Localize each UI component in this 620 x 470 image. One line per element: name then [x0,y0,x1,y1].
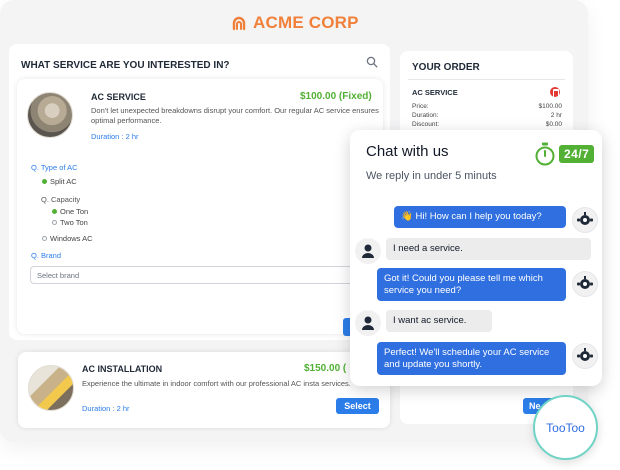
ac-service-image [27,92,73,138]
question-brand-label: Q. Brand [31,251,62,260]
brand-logo: ACME CORP [230,12,359,34]
ac-service-card[interactable]: AC SERVICE $100.00 (Fixed) Don't let une… [17,79,383,334]
order-row-value: 2 hr [550,112,562,119]
option-label: Split AC [50,177,77,186]
badge-label: 24/7 [559,145,595,163]
ac-service-duration: Duration : 2 hr [91,132,139,141]
option-one-ton[interactable]: One Ton [52,207,88,216]
brand-mark-icon [232,16,246,31]
services-heading: WHAT SERVICE ARE YOU INTERESTED IN? [21,60,230,71]
option-label: One Ton [60,207,89,216]
question-type-label: Q. Type of AC [31,163,78,172]
order-heading: YOUR ORDER [412,62,480,73]
order-row-price: Price: $100.00 [412,103,562,110]
ac-installation-duration: Duration : 2 hr [82,404,130,413]
radio-unselected-icon [52,220,57,225]
order-row-label: Discount: [412,121,440,128]
search-icon[interactable] [366,56,378,68]
radio-unselected-icon [42,236,47,241]
services-panel: WHAT SERVICE ARE YOU INTERESTED IN? AC S… [9,44,390,340]
question-capacity-label: Q. Capacity [41,195,81,204]
chat-title: Chat with us [366,143,449,160]
brand-name: ACME CORP [253,13,359,32]
ac-service-description: Don't let unexpected breakdowns disrupt … [91,106,379,125]
order-row-duration: Duration: 2 hr [412,112,562,119]
ac-service-price: $100.00 (Fixed) [300,91,372,102]
user-avatar-icon [355,310,381,336]
order-row-label: Duration: [412,112,439,119]
order-row-value: $0.00 [545,121,562,128]
option-label: Windows AC [50,234,93,243]
order-item-title: AC SERVICE [412,88,458,97]
divider [408,79,565,80]
chat-widget: Chat with us We reply in under 5 minuts … [350,130,602,386]
chat-message-bot: Perfect! We'll schedule your AC service … [377,342,566,375]
ac-installation-price: $150.00 ( [304,363,347,374]
option-label: Two Ton [60,218,88,227]
chat-message-user: I want ac service. [386,310,492,332]
chat-launcher-button[interactable]: TooToo [533,395,598,460]
stopwatch-icon [535,142,555,166]
launcher-label: TooToo [546,420,585,435]
radio-selected-icon [42,179,47,184]
bot-avatar-icon [572,207,598,233]
trash-icon[interactable] [550,87,560,98]
availability-badge: 24/7 [534,142,595,166]
ac-installation-image [28,365,74,411]
option-windows-ac[interactable]: Windows AC [42,234,93,243]
order-row-discount: Discount: $0.00 [412,121,562,128]
bot-avatar-icon [572,343,598,369]
select-button[interactable]: Select [336,398,379,414]
chat-subtitle: We reply in under 5 minuts [366,170,497,182]
radio-selected-icon [52,209,57,214]
ac-service-title: AC SERVICE [91,92,146,102]
chat-message-bot: Got it! Could you please tell me which s… [377,268,566,301]
order-row-value: $100.00 [538,103,563,110]
brand-select[interactable]: Select brand [30,266,380,284]
chat-message-user: I need a service. [386,238,591,260]
option-split-ac[interactable]: Split AC [42,177,77,186]
chat-message-bot: 👋 Hi! How can I help you today? [394,206,566,228]
ac-installation-description: Experience the ultimate in indoor comfor… [82,379,351,388]
ac-installation-title: AC INSTALLATION [82,364,163,374]
bot-avatar-icon [572,271,598,297]
user-avatar-icon [355,238,381,264]
option-two-ton[interactable]: Two Ton [52,218,88,227]
order-row-label: Price: [412,103,429,110]
ac-installation-card[interactable]: AC INSTALLATION $150.00 ( Experience the… [18,352,390,428]
